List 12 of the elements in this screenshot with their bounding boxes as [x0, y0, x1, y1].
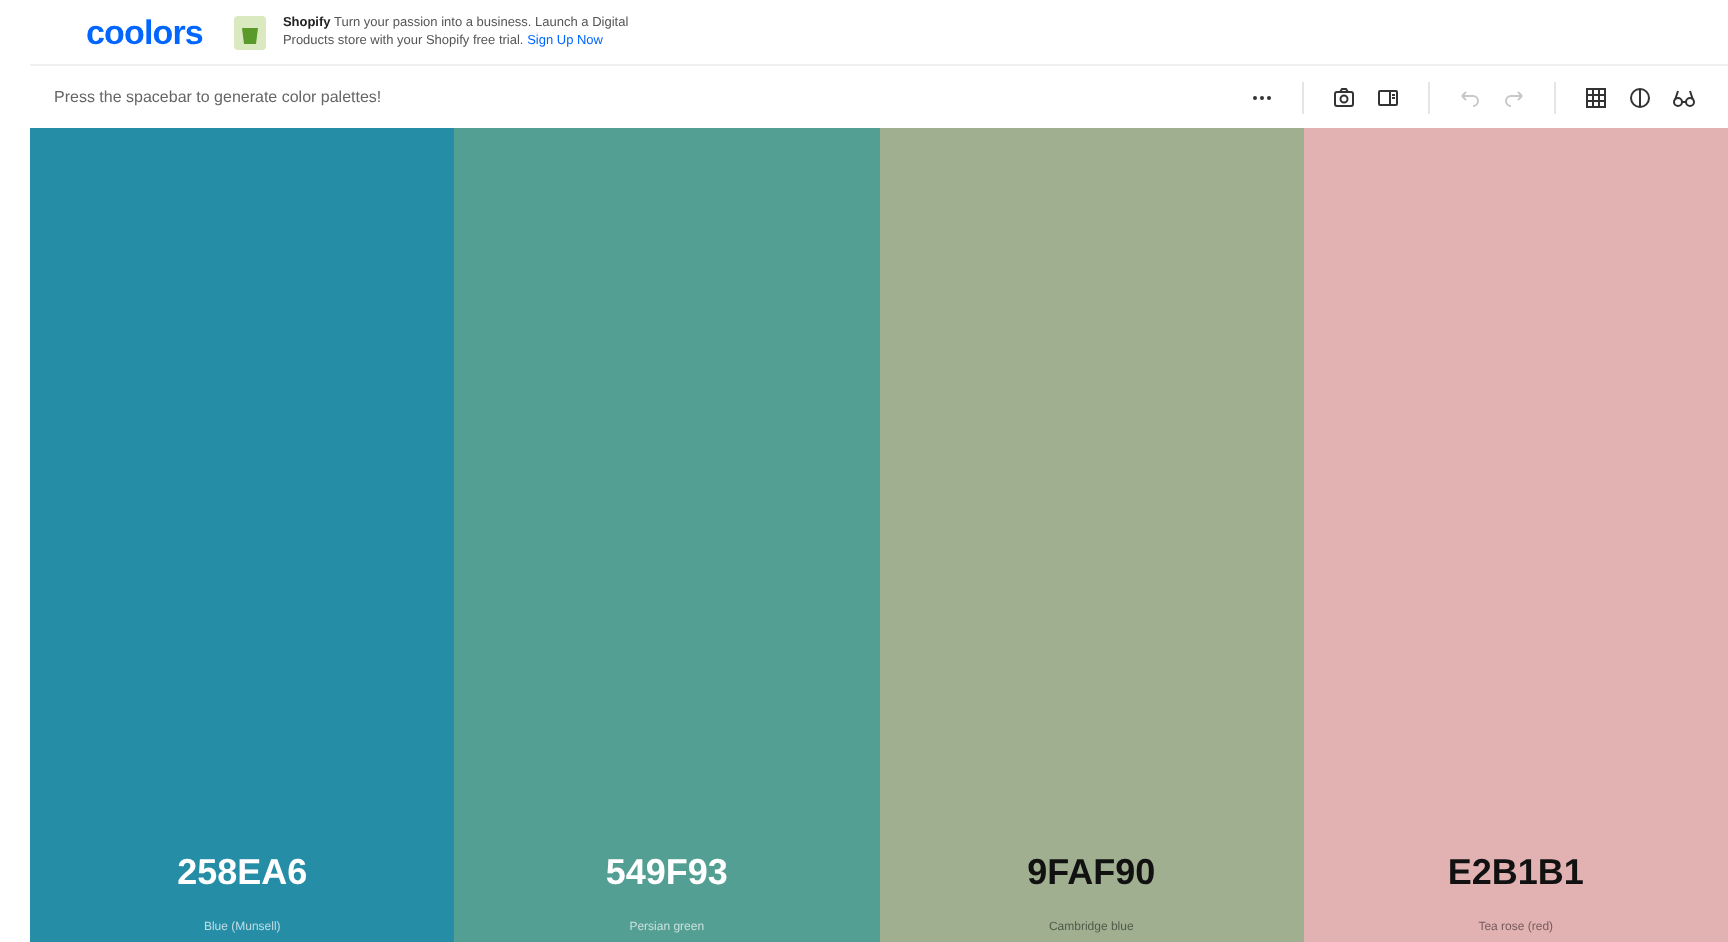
shopping-bag-icon: [234, 15, 267, 49]
hex-code[interactable]: 258EA6: [177, 846, 308, 900]
hex-code[interactable]: 549F93: [605, 846, 728, 900]
camera-icon[interactable]: [1332, 85, 1356, 109]
grid-icon[interactable]: [1584, 85, 1608, 109]
panel-icon[interactable]: [1376, 85, 1400, 109]
logo[interactable]: coolors: [86, 15, 203, 49]
hint-text: Press the spacebar to generate color palettes!: [54, 85, 382, 109]
glasses-icon[interactable]: [1672, 85, 1696, 109]
hex-code[interactable]: E2B1B1: [1447, 846, 1584, 900]
hex-code[interactable]: 9FAF90: [1027, 846, 1156, 900]
contrast-icon[interactable]: [1628, 85, 1652, 109]
